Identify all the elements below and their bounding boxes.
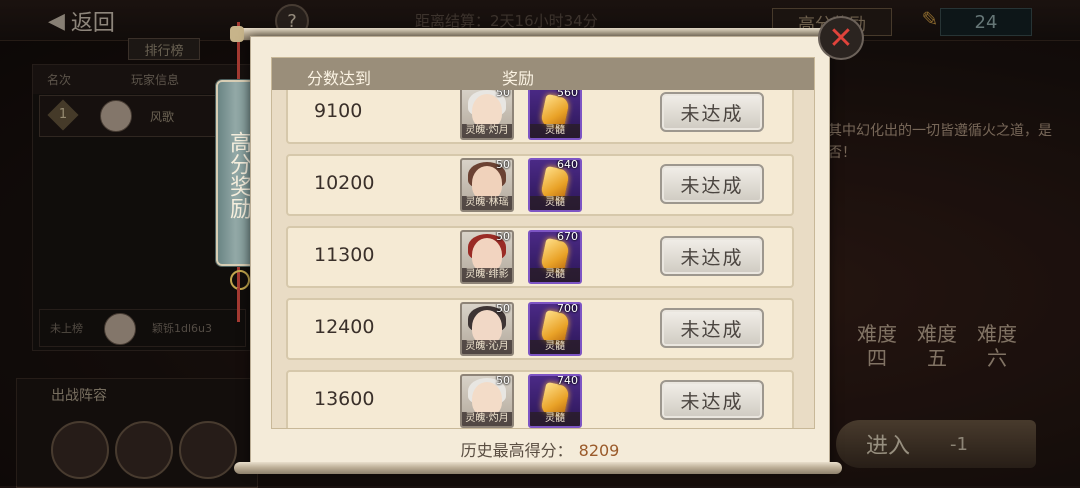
score-column-header: 分数达到 [307, 69, 372, 88]
hero-face [472, 166, 502, 200]
score-threshold: 13600 [314, 388, 375, 410]
banner-knot-icon [230, 270, 250, 290]
best-score: 历史最高得分： 8209 [251, 437, 829, 461]
item-label: 灵魄·绯影 [462, 268, 512, 282]
spirit-marrow-item[interactable]: 640 灵髓 [528, 158, 582, 212]
reward-row: 10200 50 灵魄·林瑶 640 灵髓 未达成 [286, 154, 794, 216]
hero-face [472, 238, 502, 272]
hero-soul-item[interactable]: 50 灵魄·灼月 [460, 90, 514, 140]
reward-row: 12400 50 灵魄·沁月 700 灵髓 未达成 [286, 298, 794, 360]
item-label: 灵髓 [530, 340, 580, 354]
hero-soul-item[interactable]: 50 灵魄·沁月 [460, 302, 514, 356]
spirit-marrow-item[interactable]: 670 灵髓 [528, 230, 582, 284]
item-label: 灵魄·灼月 [462, 124, 512, 138]
hero-soul-item[interactable]: 50 灵魄·灼月 [460, 374, 514, 428]
reward-column-header: 奖励 [502, 69, 535, 88]
item-label: 灵魄·林瑶 [462, 196, 512, 210]
hero-face [472, 382, 502, 416]
claim-status-button[interactable]: 未达成 [660, 92, 764, 132]
claim-status-button[interactable]: 未达成 [660, 236, 764, 276]
item-count: 640 [557, 158, 578, 171]
reward-list-frame: 分数达到 奖励 9100 50 灵魄·灼月 560 灵髓 未达成 10200 5… [271, 57, 815, 429]
best-score-value: 8209 [578, 441, 620, 460]
reward-list[interactable]: 9100 50 灵魄·灼月 560 灵髓 未达成 10200 50 灵魄·林瑶 … [272, 90, 814, 428]
reward-row: 13600 50 灵魄·灼月 740 灵髓 未达成 [286, 370, 794, 428]
item-label: 灵髓 [530, 412, 580, 426]
rod-cap [230, 26, 244, 42]
close-button[interactable]: ✕ [818, 16, 864, 60]
item-label: 灵魄·沁月 [462, 340, 512, 354]
claim-status-button[interactable]: 未达成 [660, 308, 764, 348]
claim-status-button[interactable]: 未达成 [660, 164, 764, 204]
hero-face [472, 94, 502, 128]
score-threshold: 12400 [314, 316, 375, 338]
item-count: 50 [496, 374, 510, 387]
score-threshold: 11300 [314, 244, 375, 266]
reward-list-header: 分数达到 奖励 [272, 58, 814, 90]
item-count: 50 [496, 230, 510, 243]
banner-tassel [237, 288, 240, 318]
reward-row: 9100 50 灵魄·灼月 560 灵髓 未达成 [286, 90, 794, 144]
spirit-marrow-item[interactable]: 700 灵髓 [528, 302, 582, 356]
item-count: 700 [557, 302, 578, 315]
item-label: 灵髓 [530, 124, 580, 138]
item-count: 50 [496, 158, 510, 171]
item-count: 560 [557, 90, 578, 99]
item-count: 740 [557, 374, 578, 387]
scroll-rod-bottom [234, 462, 842, 474]
item-count: 670 [557, 230, 578, 243]
hero-soul-item[interactable]: 50 灵魄·绯影 [460, 230, 514, 284]
spirit-marrow-item[interactable]: 560 灵髓 [528, 90, 582, 140]
item-label: 灵魄·灼月 [462, 412, 512, 426]
item-count: 50 [496, 90, 510, 99]
spirit-marrow-item[interactable]: 740 灵髓 [528, 374, 582, 428]
score-threshold: 10200 [314, 172, 375, 194]
hero-face [472, 310, 502, 344]
score-threshold: 9100 [314, 100, 363, 122]
close-icon: ✕ [828, 20, 854, 56]
reward-popup: 分数达到 奖励 9100 50 灵魄·灼月 560 灵髓 未达成 10200 5… [250, 36, 830, 472]
hero-soul-item[interactable]: 50 灵魄·林瑶 [460, 158, 514, 212]
item-label: 灵髓 [530, 196, 580, 210]
item-count: 50 [496, 302, 510, 315]
item-label: 灵髓 [530, 268, 580, 282]
claim-status-button[interactable]: 未达成 [660, 380, 764, 420]
best-score-label: 历史最高得分： [460, 441, 573, 460]
reward-row: 11300 50 灵魄·绯影 670 灵髓 未达成 [286, 226, 794, 288]
